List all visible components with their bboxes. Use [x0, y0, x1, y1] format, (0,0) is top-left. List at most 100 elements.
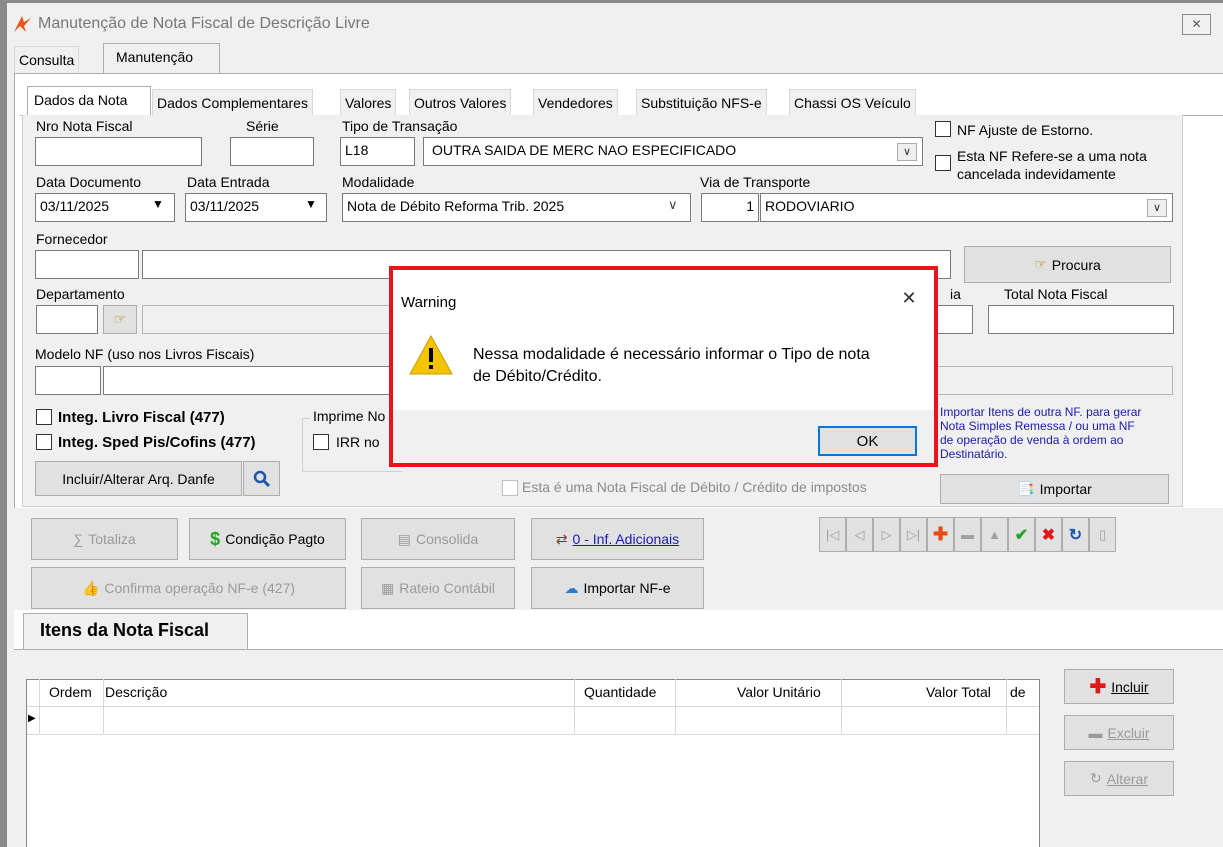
departamento-code-input[interactable]: [36, 305, 98, 334]
modelo-nf-code-input[interactable]: [35, 366, 101, 395]
minus-icon: ▬: [1088, 724, 1103, 741]
col-valor-total[interactable]: Valor Total: [926, 684, 991, 700]
tab-dados-da-nota[interactable]: Dados da Nota: [27, 86, 151, 116]
nf-refere-checkbox[interactable]: [935, 155, 951, 171]
totaliza-button[interactable]: ∑ Totaliza: [31, 518, 178, 560]
rateio-icon: ▦: [381, 579, 395, 596]
last-record-button[interactable]: ▷|: [900, 517, 927, 552]
departamento-label: Departamento: [36, 286, 125, 302]
tab-vendedores[interactable]: Vendedores: [533, 89, 618, 116]
tab-valores[interactable]: Valores: [340, 89, 397, 116]
via-code-input[interactable]: 1: [701, 193, 759, 222]
importar-note-3: de operação de venda à ordem ao: [940, 433, 1124, 447]
ok-button[interactable]: OK: [818, 426, 917, 456]
insert-record-button[interactable]: ✚: [927, 517, 954, 552]
tab-outros-valores[interactable]: Outros Valores: [409, 89, 512, 116]
col-descricao[interactable]: Descrição: [105, 684, 167, 700]
total-nota-label: Total Nota Fiscal: [1004, 286, 1108, 302]
tipo-desc-value: OUTRA SAIDA DE MERC NAO ESPECIFICADO: [432, 142, 737, 158]
serie-input[interactable]: [230, 137, 314, 166]
chevron-down-icon[interactable]: ∨: [668, 197, 678, 213]
data-entrada-value: 03/11/2025: [190, 198, 260, 214]
dialog-close-button[interactable]: ✕: [894, 288, 924, 314]
procura-button[interactable]: ☞ Procura: [964, 246, 1171, 283]
grid-divider: [675, 679, 676, 735]
tab-substituicao-nfse[interactable]: Substituição NFS-e: [636, 89, 767, 116]
modelo-extra-input: [930, 366, 1173, 395]
post-record-button[interactable]: ✔: [1008, 517, 1035, 552]
inf-adicionais-button[interactable]: ⇄ 0 - Inf. Adicionais: [531, 518, 704, 560]
partial-label: ia: [950, 286, 961, 302]
thumbs-up-icon: 👍: [81, 579, 100, 596]
incluir-label: Incluir: [1111, 678, 1149, 695]
integ-sped-checkbox[interactable]: [36, 434, 52, 450]
confirma-nfe-button[interactable]: 👍 Confirma operação NF-e (427): [31, 567, 346, 609]
data-documento-label: Data Documento: [36, 174, 142, 190]
nf-refere-label-2: cancelada indevidamente: [957, 166, 1116, 182]
excluir-label: Excluir: [1107, 724, 1150, 741]
fornecedor-code-input[interactable]: [35, 250, 139, 279]
col-de[interactable]: de: [1010, 684, 1026, 700]
serie-label: Série: [246, 118, 279, 134]
chevron-down-icon[interactable]: ▼: [305, 197, 317, 211]
grid-divider: [39, 679, 40, 735]
tab-manutencao[interactable]: Manutenção: [103, 43, 220, 74]
consolida-button[interactable]: ▤ Consolida: [361, 518, 515, 560]
transfer-arrows-icon: ⇄: [555, 530, 568, 547]
tab-consulta[interactable]: Consulta: [14, 46, 80, 73]
refresh-record-button[interactable]: ↻: [1062, 517, 1089, 552]
sigma-icon: ∑: [73, 531, 84, 547]
search-button[interactable]: [243, 461, 280, 496]
hand-pointer-icon[interactable]: ☞: [103, 305, 137, 334]
modelo-nf-desc-input[interactable]: [103, 366, 403, 395]
rateio-button[interactable]: ▦ Rateio Contábil: [361, 567, 515, 609]
nf-refere-label-1: Esta NF Refere-se a uma nota: [957, 148, 1147, 164]
condicao-pagto-button[interactable]: $ Condição Pagto: [189, 518, 346, 560]
chevron-down-icon[interactable]: ∨: [1147, 199, 1167, 217]
tab-chassi-os-veiculo[interactable]: Chassi OS Veículo: [789, 89, 916, 116]
integ-livro-checkbox[interactable]: [36, 409, 52, 425]
inf-adicionais-label: 0 - Inf. Adicionais: [572, 531, 680, 547]
edit-record-button[interactable]: ▲: [981, 517, 1008, 552]
via-desc-value: RODOVIARIO: [765, 198, 855, 214]
cancel-record-button[interactable]: ✖: [1035, 517, 1062, 552]
importar-label: Importar: [1039, 481, 1092, 497]
col-quantidade[interactable]: Quantidade: [584, 684, 656, 700]
data-documento-value: 03/11/2025: [40, 198, 110, 214]
importar-button[interactable]: 📑 Importar: [940, 474, 1169, 504]
tab-dados-complementares[interactable]: Dados Complementares: [152, 89, 313, 116]
importar-nfe-button[interactable]: ☁ Importar NF-e: [531, 567, 704, 609]
close-icon: ✕: [1191, 17, 1202, 31]
condicao-pagto-label: Condição Pagto: [225, 531, 325, 547]
incluir-button[interactable]: ✚ Incluir: [1064, 669, 1174, 704]
via-desc-select[interactable]: RODOVIARIO: [760, 193, 1173, 222]
incluir-danfe-label: Incluir/Alterar Arq. Danfe: [62, 470, 215, 487]
chevron-down-icon[interactable]: ▼: [152, 197, 164, 211]
prev-record-button[interactable]: ◁: [846, 517, 873, 552]
tipo-code-input[interactable]: L18: [340, 137, 415, 166]
alterar-button[interactable]: ↻ Alterar: [1064, 761, 1174, 796]
col-ordem[interactable]: Ordem: [49, 684, 92, 700]
dialog-title: Warning: [401, 294, 457, 311]
via-code-value: 1: [746, 198, 754, 214]
next-record-button[interactable]: ▷: [873, 517, 900, 552]
confirma-nfe-label: Confirma operação NF-e (427): [104, 580, 296, 596]
nf-ajuste-checkbox[interactable]: [935, 121, 951, 137]
modalidade-value: Nota de Débito Reforma Trib. 2025: [347, 198, 565, 214]
window-close-button[interactable]: ✕: [1182, 14, 1211, 35]
col-valor-unitario[interactable]: Valor Unitário: [737, 684, 821, 700]
irr-checkbox[interactable]: [313, 434, 329, 450]
first-record-button[interactable]: |◁: [819, 517, 846, 552]
incluir-danfe-button[interactable]: Incluir/Alterar Arq. Danfe: [35, 461, 242, 496]
nro-nota-input[interactable]: [35, 137, 202, 166]
door-exit-button[interactable]: ▯: [1089, 517, 1116, 552]
chevron-down-icon[interactable]: ∨: [897, 143, 917, 161]
imprime-label: Imprime No: [310, 408, 389, 424]
total-nota-input[interactable]: [988, 305, 1174, 334]
excluir-button[interactable]: ▬ Excluir: [1064, 715, 1174, 750]
modalidade-select[interactable]: Nota de Débito Reforma Trib. 2025: [342, 193, 691, 222]
plus-icon: ✚: [1089, 676, 1107, 698]
procura-label: Procura: [1051, 256, 1101, 273]
tipo-desc-select[interactable]: OUTRA SAIDA DE MERC NAO ESPECIFICADO: [423, 137, 923, 166]
delete-record-button[interactable]: ▬: [954, 517, 981, 552]
